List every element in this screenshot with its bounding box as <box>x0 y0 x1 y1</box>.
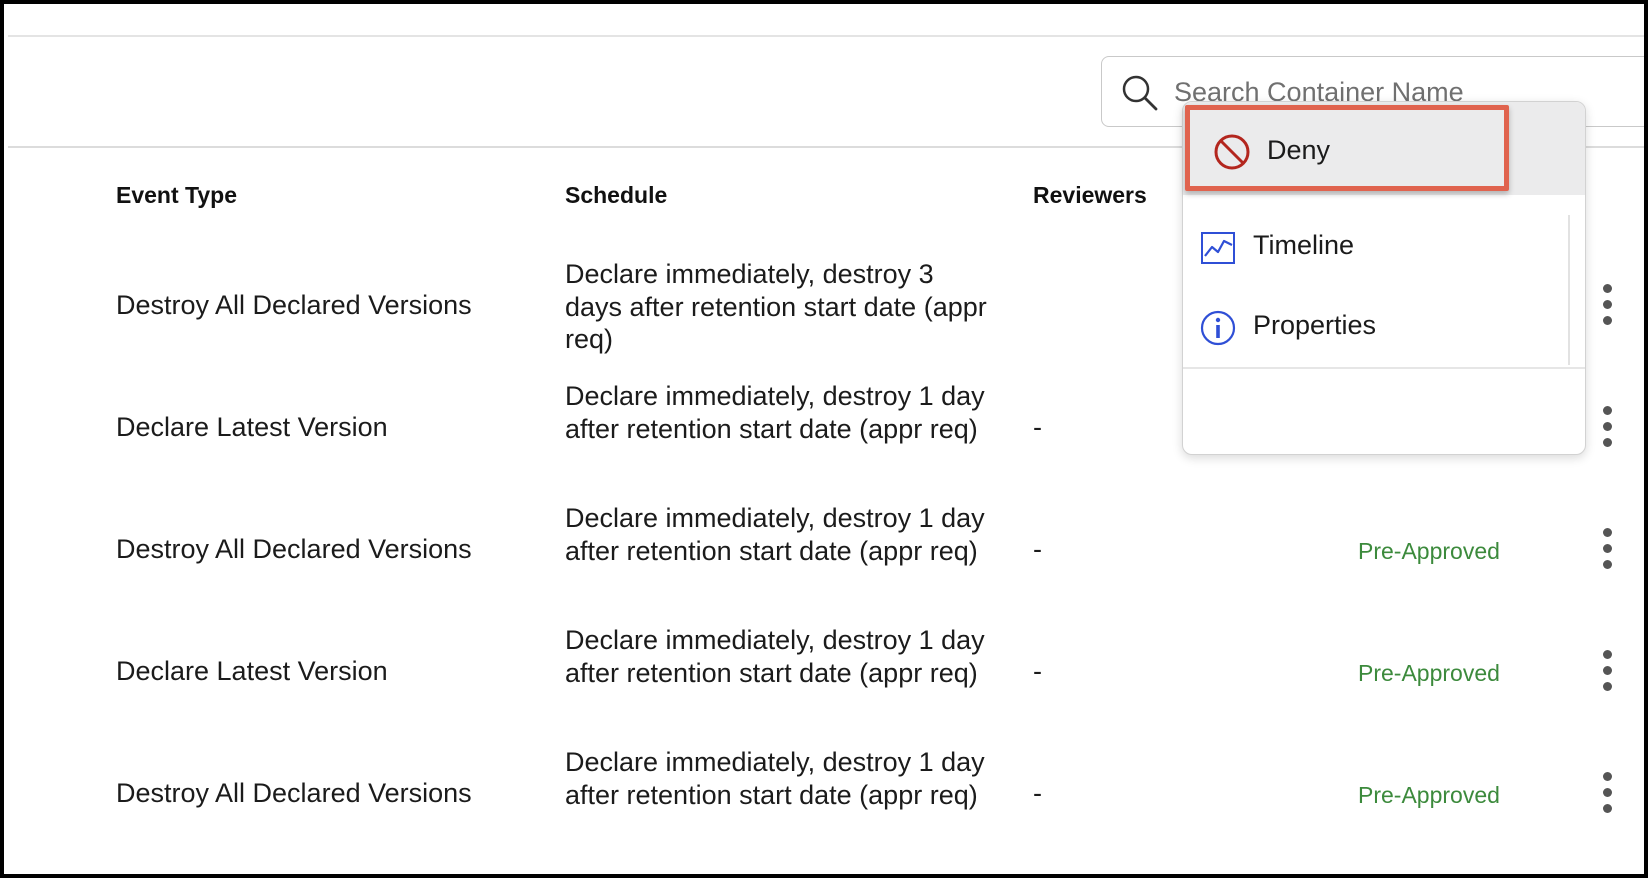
event-type-cell: Destroy All Declared Versions <box>116 778 472 808</box>
search-icon <box>1122 75 1158 111</box>
row-actions-menu-icon[interactable] <box>1594 648 1620 694</box>
schedule-cell: Declare immediately, destroy 3 days afte… <box>565 259 987 354</box>
menu-scroll-track <box>1568 215 1570 365</box>
schedule-cell: Declare immediately, destroy 1 day after… <box>565 503 985 566</box>
reviewers-cell: - <box>1033 778 1042 808</box>
reviewers-cell: - <box>1033 534 1042 564</box>
row-actions-menu-icon[interactable] <box>1594 770 1620 816</box>
menu-item-label: Timeline <box>1253 230 1355 260</box>
schedule-cell: Declare immediately, destroy 1 day after… <box>565 747 985 810</box>
row-actions-menu-icon[interactable] <box>1594 526 1620 572</box>
menu-item-deny[interactable]: Deny <box>1183 112 1585 191</box>
table-row[interactable]: Declare Latest Version Declare immediate… <box>4 612 1644 734</box>
event-type-cell: Destroy All Declared Versions <box>116 290 472 320</box>
schedule-cell: Declare immediately, destroy 1 day after… <box>565 625 985 688</box>
deny-icon <box>1214 134 1250 170</box>
column-header-reviewers[interactable]: Reviewers <box>1033 182 1147 209</box>
menu-item-properties[interactable]: Properties <box>1183 292 1585 362</box>
top-divider <box>8 35 1644 37</box>
app-frame: Event Type Schedule Reviewers Destroy Al… <box>0 0 1648 878</box>
column-header-schedule[interactable]: Schedule <box>565 182 667 209</box>
row-context-menu: Deny Timeline Properties <box>1182 101 1586 455</box>
menu-divider <box>1183 367 1585 369</box>
info-icon <box>1200 310 1236 346</box>
table-row[interactable]: Destroy All Declared Versions Declare im… <box>4 490 1644 612</box>
column-header-event-type[interactable]: Event Type <box>116 182 237 209</box>
event-type-cell: Declare Latest Version <box>116 412 388 442</box>
status-badge: Pre-Approved <box>1358 538 1500 564</box>
row-actions-menu-icon[interactable] <box>1594 282 1620 328</box>
menu-item-label: Deny <box>1267 135 1331 165</box>
schedule-cell: Declare immediately, destroy 1 day after… <box>565 381 985 444</box>
row-actions-menu-icon[interactable] <box>1594 404 1620 450</box>
event-type-cell: Declare Latest Version <box>116 656 388 686</box>
table-row[interactable]: Destroy All Declared Versions Declare im… <box>4 734 1644 856</box>
reviewers-cell: - <box>1033 656 1042 686</box>
event-type-cell: Destroy All Declared Versions <box>116 534 472 564</box>
status-badge: Pre-Approved <box>1358 782 1500 808</box>
menu-item-timeline[interactable]: Timeline <box>1183 212 1585 282</box>
menu-item-label: Properties <box>1253 310 1377 340</box>
status-badge: Pre-Approved <box>1358 660 1500 686</box>
timeline-chart-icon <box>1201 232 1235 264</box>
reviewers-cell: - <box>1033 412 1042 442</box>
